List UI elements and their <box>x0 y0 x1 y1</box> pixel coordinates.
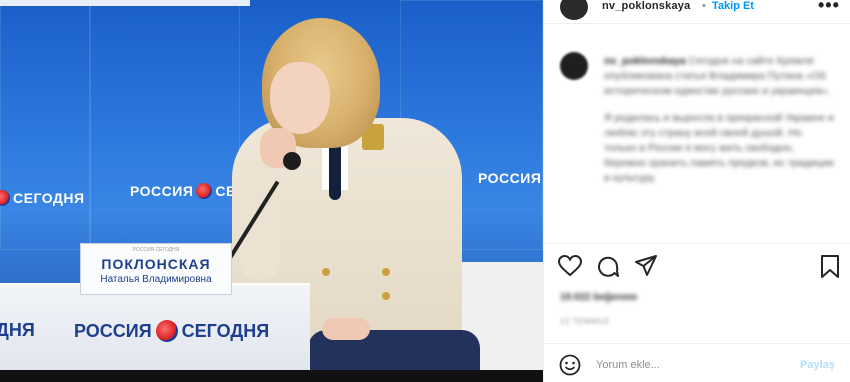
caption-avatar[interactable] <box>560 52 588 80</box>
username-link[interactable]: nv_poklonskaya <box>602 0 690 12</box>
comment-icon[interactable] <box>596 255 620 279</box>
globe-logo-icon <box>155 320 178 342</box>
more-options-icon[interactable]: ••• <box>818 0 840 16</box>
share-icon[interactable] <box>634 255 658 277</box>
post-comment-button[interactable]: Paylaş <box>800 359 835 371</box>
comment-bar: Yorum ekle... Paylaş <box>544 344 850 382</box>
comment-input[interactable]: Yorum ekle... <box>596 359 660 371</box>
separator-dot: • <box>702 0 706 12</box>
post-timestamp: 12 TEMMUZ <box>560 317 610 326</box>
microphone-icon <box>283 152 301 170</box>
backdrop-logo-right: РОССИЯ СЕГОДНЯ <box>478 170 543 186</box>
backdrop-logo-left: СЕГОДНЯ <box>0 190 85 206</box>
jacket-button <box>322 268 330 276</box>
jacket-button <box>382 292 390 300</box>
globe-logo-icon <box>196 183 213 199</box>
likes-count[interactable]: 19.022 beğenme <box>560 292 637 303</box>
bookmark-icon[interactable] <box>820 255 840 279</box>
follow-button[interactable]: Takip Et <box>712 0 754 12</box>
hand <box>322 318 370 340</box>
globe-logo-icon <box>0 190 10 206</box>
caption-paragraph-2: Я родилась и выросла в прекрасной Украин… <box>604 112 834 184</box>
divider <box>544 243 850 244</box>
caption-username[interactable]: nv_poklonskaya <box>604 55 686 67</box>
post-caption: nv_poklonskaya Сегодня на сайте Кремля о… <box>604 54 834 198</box>
avatar[interactable] <box>560 0 588 20</box>
face <box>270 62 330 134</box>
post-header: nv_poklonskaya • Takip Et ••• <box>544 0 850 24</box>
nameplate: РОССИЯ СЕГОДНЯ ПОКЛОНСКАЯ Наталья Владим… <box>80 243 232 295</box>
desk-logo-left: ДНЯ <box>0 320 35 340</box>
photo-bottom-bar <box>0 370 543 382</box>
jacket-button <box>382 268 390 276</box>
post-actions <box>558 255 840 279</box>
post-photo[interactable]: СЕГОДНЯ РОССИЯ СЕГОДНЯ РОССИЯ СЕГОДНЯ ДН… <box>0 0 543 382</box>
backdrop-panel <box>0 0 90 250</box>
post-side-panel: nv_poklonskaya • Takip Et ••• nv_poklons… <box>543 0 850 382</box>
heart-icon[interactable] <box>558 255 582 277</box>
desk-logo: РОССИЯ СЕГОДНЯ <box>74 320 270 342</box>
backdrop-panel <box>90 0 240 250</box>
smile-icon[interactable] <box>559 354 581 376</box>
tie <box>329 140 341 200</box>
arm <box>240 160 280 280</box>
